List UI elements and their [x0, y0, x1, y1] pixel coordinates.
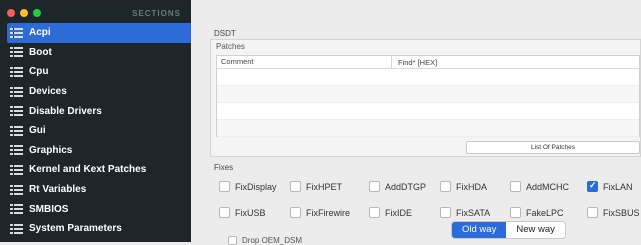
- sidebar-item-label: Graphics: [29, 144, 73, 156]
- sidebar-item-label: Kernel and Kext Patches: [29, 164, 147, 176]
- minimize-window-button[interactable]: [20, 9, 28, 17]
- sidebar-item-label: Devices: [29, 86, 67, 98]
- zoom-window-button[interactable]: [33, 9, 41, 17]
- checkbox-checked[interactable]: [587, 180, 598, 192]
- toolbar: [191, 0, 641, 22]
- checkbox[interactable]: [290, 181, 301, 192]
- main-panel: DSDT Patches Comment Find* [HEX] List Of…: [191, 0, 641, 245]
- sidebar-item-system-parameters[interactable]: System Parameters: [7, 219, 191, 239]
- list-icon: [10, 106, 23, 117]
- sidebar-item-devices[interactable]: Devices: [7, 82, 191, 102]
- sidebar-item-label: Disable Drivers: [29, 105, 102, 117]
- checkbox-label: FixUSB: [235, 207, 266, 218]
- sidebar-item-cpu[interactable]: Cpu: [7, 62, 191, 82]
- sidebar-item-label: System Parameters: [29, 223, 122, 235]
- list-icon: [10, 145, 23, 156]
- list-icon: [10, 66, 23, 77]
- old-way-segment[interactable]: Old way: [452, 222, 507, 238]
- sidebar-item-gui[interactable]: Gui: [7, 121, 191, 141]
- window-controls: [7, 9, 41, 17]
- list-of-patches-button[interactable]: List Of Patches: [466, 141, 640, 154]
- sidebar-item-acpi[interactable]: Acpi: [7, 23, 191, 43]
- fix-sbus-checkbox[interactable]: FixSBUS: [587, 207, 640, 218]
- patches-table-header: Comment Find* [HEX]: [217, 56, 639, 69]
- sidebar-item-label: Acpi: [29, 27, 51, 39]
- checkbox[interactable]: [440, 207, 451, 218]
- fix-hda-checkbox[interactable]: FixHDA: [440, 181, 487, 192]
- checkbox-label: FixDisplay: [235, 181, 277, 192]
- add-dtgp-checkbox[interactable]: AddDTGP: [369, 181, 426, 192]
- checkbox-label: FixIDE: [385, 207, 412, 218]
- table-row[interactable]: [217, 86, 639, 103]
- column-header-find[interactable]: Find* [HEX]: [392, 58, 437, 67]
- checkbox-label: FixFirewire: [306, 207, 350, 218]
- sidebar-item-rt-variables[interactable]: Rt Variables: [7, 180, 191, 200]
- patches-title: Patches: [216, 42, 245, 51]
- list-icon: [10, 223, 23, 234]
- close-window-button[interactable]: [7, 9, 15, 17]
- fix-hpet-checkbox[interactable]: FixHPET: [290, 181, 342, 192]
- checkbox[interactable]: [587, 207, 598, 218]
- fix-display-checkbox[interactable]: FixDisplay: [219, 181, 277, 192]
- sidebar-item-label: Rt Variables: [29, 184, 87, 196]
- table-row[interactable]: [217, 69, 639, 86]
- drop-oem-dsm-checkbox[interactable]: Drop OEM_DSM: [228, 236, 302, 245]
- table-row[interactable]: [217, 120, 639, 137]
- fix-usb-checkbox[interactable]: FixUSB: [219, 207, 266, 218]
- checkbox-label: Drop OEM_DSM: [242, 236, 303, 245]
- checkbox[interactable]: [219, 181, 230, 192]
- checkbox-label: FakeLPC: [526, 207, 564, 218]
- sidebar-item-kernel-and-kext-patches[interactable]: Kernel and Kext Patches: [7, 160, 191, 180]
- checkbox[interactable]: [228, 236, 237, 245]
- checkbox-label: FixHDA: [456, 181, 487, 192]
- patches-group: Patches Comment Find* [HEX] List Of Patc…: [210, 39, 641, 157]
- add-mchc-checkbox[interactable]: AddMCHC: [510, 181, 569, 192]
- fake-lpc-checkbox[interactable]: FakeLPC: [510, 207, 564, 218]
- checkbox[interactable]: [510, 207, 521, 218]
- sidebar-item-smbios[interactable]: SMBIOS: [7, 199, 191, 219]
- fix-ide-checkbox[interactable]: FixIDE: [369, 207, 412, 218]
- checkbox-label: AddDTGP: [385, 181, 427, 192]
- checkbox[interactable]: [369, 207, 380, 218]
- checkbox[interactable]: [290, 207, 301, 218]
- patch-mode-segmented-control[interactable]: Old way New way: [452, 222, 565, 238]
- new-way-segment[interactable]: New way: [506, 222, 565, 238]
- sidebar-item-label: SMBIOS: [29, 203, 69, 215]
- checkbox-label: FixSATA: [456, 207, 491, 218]
- column-header-comment[interactable]: Comment: [217, 56, 392, 68]
- sidebar-item-disable-drivers[interactable]: Disable Drivers: [7, 101, 191, 121]
- checkbox[interactable]: [510, 181, 521, 192]
- list-icon: [10, 27, 23, 38]
- checkbox-label: AddMCHC: [526, 181, 570, 192]
- checkbox[interactable]: [219, 207, 230, 218]
- sections-header: SECTIONS: [132, 9, 181, 18]
- sidebar-item-boot[interactable]: Boot: [7, 43, 191, 63]
- list-icon: [10, 125, 23, 136]
- sidebar-item-label: Cpu: [29, 66, 49, 78]
- checkbox-label: FixLAN: [603, 181, 633, 192]
- checkbox[interactable]: [369, 181, 380, 192]
- dsdt-section-label: DSDT: [214, 29, 236, 38]
- list-icon: [10, 47, 23, 58]
- fix-lan-checkbox[interactable]: FixLAN: [587, 180, 633, 192]
- sidebar-item-label: Gui: [29, 125, 46, 137]
- list-icon: [10, 86, 23, 97]
- checkbox-label: FixHPET: [306, 181, 342, 192]
- table-row[interactable]: [217, 103, 639, 120]
- list-icon: [10, 184, 23, 195]
- checkbox-label: FixSBUS: [603, 207, 640, 218]
- patches-table[interactable]: Comment Find* [HEX]: [216, 55, 640, 137]
- sidebar: SECTIONS Acpi Boot Cpu Devices Disable D…: [0, 0, 191, 242]
- fix-sata-checkbox[interactable]: FixSATA: [440, 207, 490, 218]
- checkbox[interactable]: [440, 181, 451, 192]
- fix-firewire-checkbox[interactable]: FixFirewire: [290, 207, 350, 218]
- list-icon: [10, 204, 23, 215]
- sidebar-item-label: Boot: [29, 46, 52, 58]
- sidebar-item-graphics[interactable]: Graphics: [7, 141, 191, 161]
- list-icon: [10, 164, 23, 175]
- fixes-section-label: Fixes: [214, 163, 234, 172]
- sidebar-list: Acpi Boot Cpu Devices Disable Drivers Gu…: [7, 23, 191, 239]
